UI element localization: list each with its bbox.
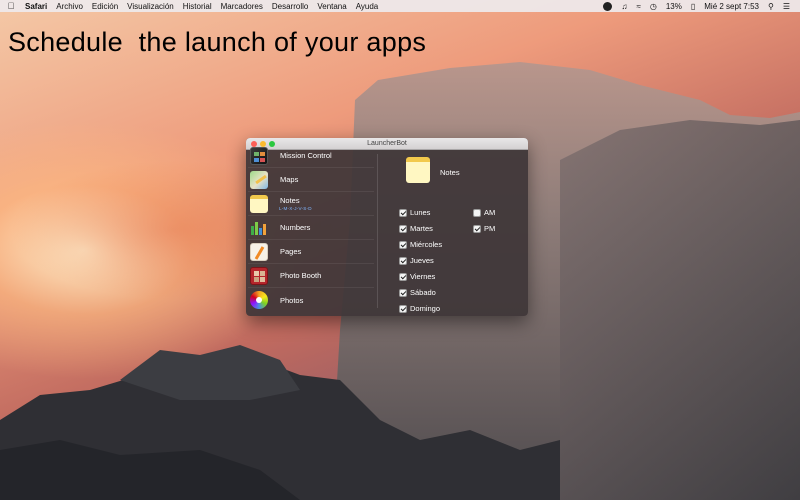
period-pm-label: PM	[484, 224, 496, 233]
menu-visualizacion[interactable]: Visualización	[127, 2, 174, 11]
day-lunes-checkbox[interactable]	[399, 208, 407, 217]
app-row-photo-booth[interactable]: Photo Booth	[248, 264, 374, 288]
day-domingo-checkbox[interactable]	[399, 304, 407, 313]
menu-ayuda[interactable]: Ayuda	[356, 2, 379, 11]
menu-edicion[interactable]: Edición	[92, 2, 118, 11]
day-jueves[interactable]: Jueves	[399, 256, 434, 265]
status-area: ♫ ≈ ◷ 13% ▯ Mié 2 sept 7:53 ⚲ ☰	[594, 0, 790, 12]
pane-divider	[377, 154, 378, 308]
day-viernes-checkbox[interactable]	[399, 272, 407, 281]
numbers-icon	[250, 219, 268, 237]
day-lunes-label: Lunes	[410, 208, 431, 217]
day-miercoles-checkbox[interactable]	[399, 240, 407, 249]
spotlight-icon[interactable]: ⚲	[768, 2, 774, 11]
app-name-maps: Maps	[280, 175, 299, 184]
day-jueves-label: Jueves	[410, 256, 434, 265]
menu-archivo[interactable]: Archivo	[56, 2, 83, 11]
battery-icon[interactable]: ▯	[691, 2, 695, 11]
pages-icon	[250, 242, 268, 261]
headline: Schedule the launch of your apps	[8, 27, 427, 57]
day-domingo-label: Domingo	[410, 304, 441, 313]
launcherbot-window: LauncherBot Mission Control Maps Notes L…	[246, 138, 528, 316]
day-viernes[interactable]: Viernes	[399, 272, 435, 281]
day-martes[interactable]: Martes	[399, 224, 433, 233]
apple-icon[interactable]: 	[3, 1, 19, 11]
period-am-label: AM	[484, 208, 496, 217]
day-sabado[interactable]: Sábado	[399, 288, 436, 297]
menu-ventana[interactable]: Ventana	[317, 2, 346, 11]
day-miercoles-label: Miércoles	[410, 240, 443, 249]
menu-marcadores[interactable]: Marcadores	[221, 2, 263, 11]
app-schedule-days: L-M-X-J-V-S-D	[279, 206, 312, 211]
menu-desarrollo[interactable]: Desarrollo	[272, 2, 308, 11]
app-row-mission-control[interactable]: Mission Control	[248, 144, 374, 168]
day-martes-label: Martes	[410, 224, 433, 233]
menu-app-name[interactable]: Safari	[25, 2, 47, 11]
menu-historial[interactable]: Historial	[183, 2, 212, 11]
day-jueves-checkbox[interactable]	[399, 256, 407, 265]
photos-icon	[250, 291, 268, 309]
period-pm[interactable]: PM	[473, 224, 495, 233]
time-machine-icon[interactable]: ◷	[650, 2, 657, 11]
menu-bar:  Safari Archivo Edición Visualización H…	[0, 0, 800, 12]
clock[interactable]: Mié 2 sept 7:53	[704, 2, 759, 11]
app-name-notes: Notes	[280, 196, 300, 205]
app-name-photo-booth: Photo Booth	[280, 271, 322, 280]
day-lunes[interactable]: Lunes	[399, 208, 430, 217]
mission-control-icon	[250, 146, 268, 165]
photo-booth-icon	[250, 266, 268, 285]
day-viernes-label: Viernes	[410, 272, 436, 281]
app-row-notes[interactable]: Notes L-M-X-J-V-S-D	[248, 192, 374, 216]
notes-icon	[250, 194, 268, 213]
battery-percent[interactable]: 13%	[666, 2, 682, 11]
day-miercoles[interactable]: Miércoles	[399, 240, 442, 249]
selected-app-title: Notes	[440, 168, 460, 177]
day-domingo[interactable]: Domingo	[399, 304, 440, 313]
app-row-photos[interactable]: Photos	[248, 288, 374, 312]
maps-icon	[250, 170, 268, 189]
launcherbot-status-icon[interactable]	[603, 1, 613, 11]
app-name-mission-control: Mission Control	[280, 151, 332, 160]
app-row-maps[interactable]: Maps	[248, 168, 374, 192]
period-am[interactable]: AM	[473, 208, 495, 217]
day-sabado-checkbox[interactable]	[399, 288, 407, 297]
period-pm-checkbox[interactable]	[473, 224, 481, 233]
app-row-pages[interactable]: Pages	[248, 240, 374, 264]
app-row-numbers[interactable]: Numbers	[248, 216, 374, 240]
day-sabado-label: Sábado	[410, 288, 436, 297]
wifi-icon[interactable]: ≈	[636, 2, 640, 11]
selected-app-icon	[406, 157, 430, 183]
app-name-pages: Pages	[280, 247, 302, 256]
app-name-photos: Photos	[280, 295, 304, 305]
volume-icon[interactable]: ♫	[621, 2, 627, 11]
app-name-numbers: Numbers	[280, 223, 311, 232]
day-martes-checkbox[interactable]	[399, 224, 407, 233]
period-am-checkbox[interactable]	[473, 208, 481, 217]
notification-center-icon[interactable]: ☰	[783, 2, 790, 11]
app-list: Mission Control Maps Notes L-M-X-J-V-S-D…	[246, 146, 376, 316]
schedule-panel: Notes Lunes Martes Miércoles Jueves Vier…	[379, 150, 528, 316]
